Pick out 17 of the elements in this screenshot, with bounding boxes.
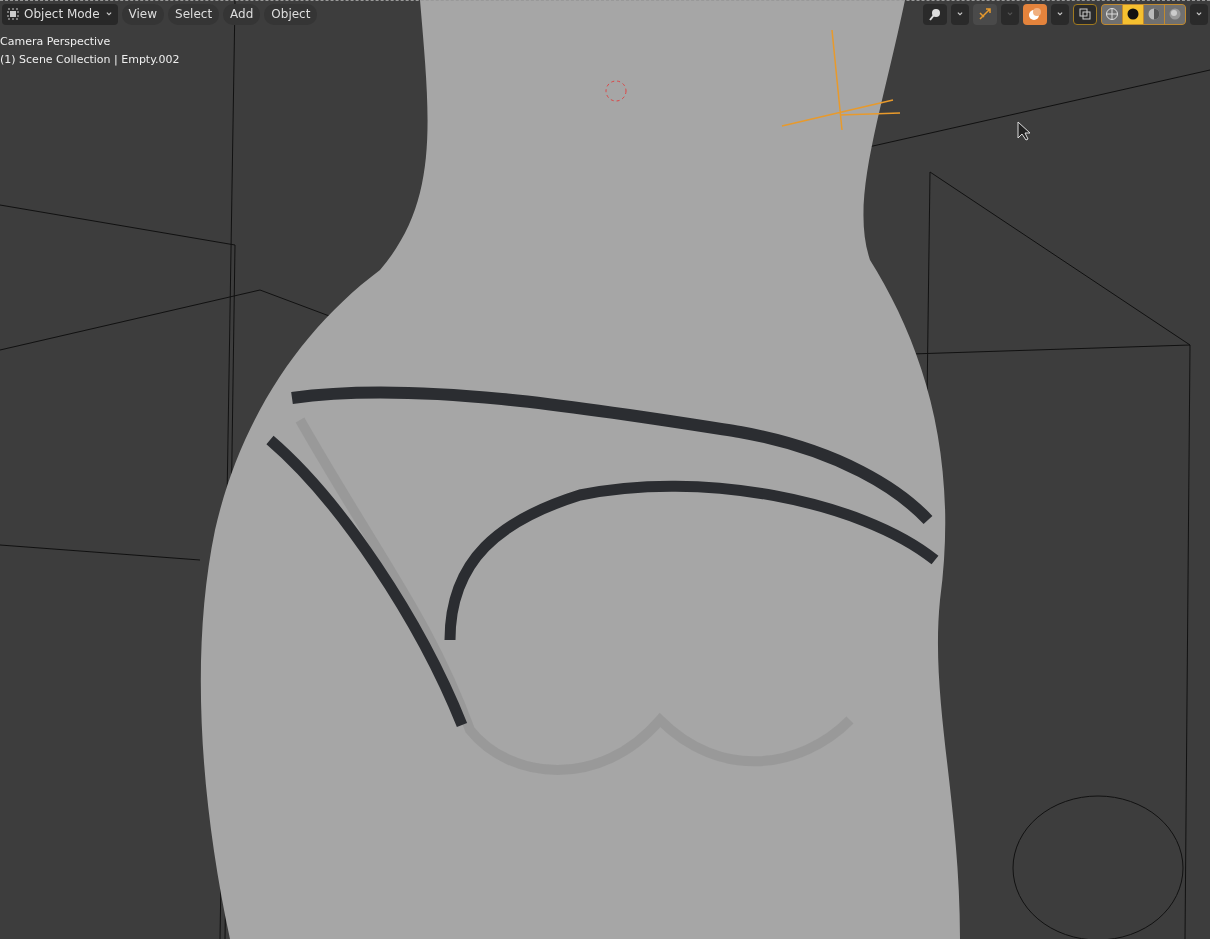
toggle-button[interactable]	[1023, 3, 1047, 25]
viewport-info: (1) Scene Collection | Empty.002	[0, 52, 180, 68]
rendered-sphere-icon	[1168, 7, 1182, 21]
toggle-button[interactable]	[923, 3, 947, 25]
solid-sphere-icon	[1126, 7, 1140, 21]
mode-icon	[6, 7, 20, 21]
material-sphere-icon	[1147, 7, 1161, 21]
squares-icon	[1078, 7, 1092, 21]
arrows-icon	[978, 7, 992, 21]
circles-icon	[1028, 7, 1042, 21]
toggle-button[interactable]	[1073, 3, 1097, 25]
viewport-info: Camera Perspective	[0, 34, 112, 50]
shading-button[interactable]	[1123, 4, 1143, 24]
cursor-icon	[1017, 121, 1031, 141]
mode-dropdown[interactable]: Object Mode	[2, 3, 118, 25]
wireframe-sphere-icon	[1105, 7, 1119, 21]
toggle-button[interactable]	[973, 3, 997, 25]
